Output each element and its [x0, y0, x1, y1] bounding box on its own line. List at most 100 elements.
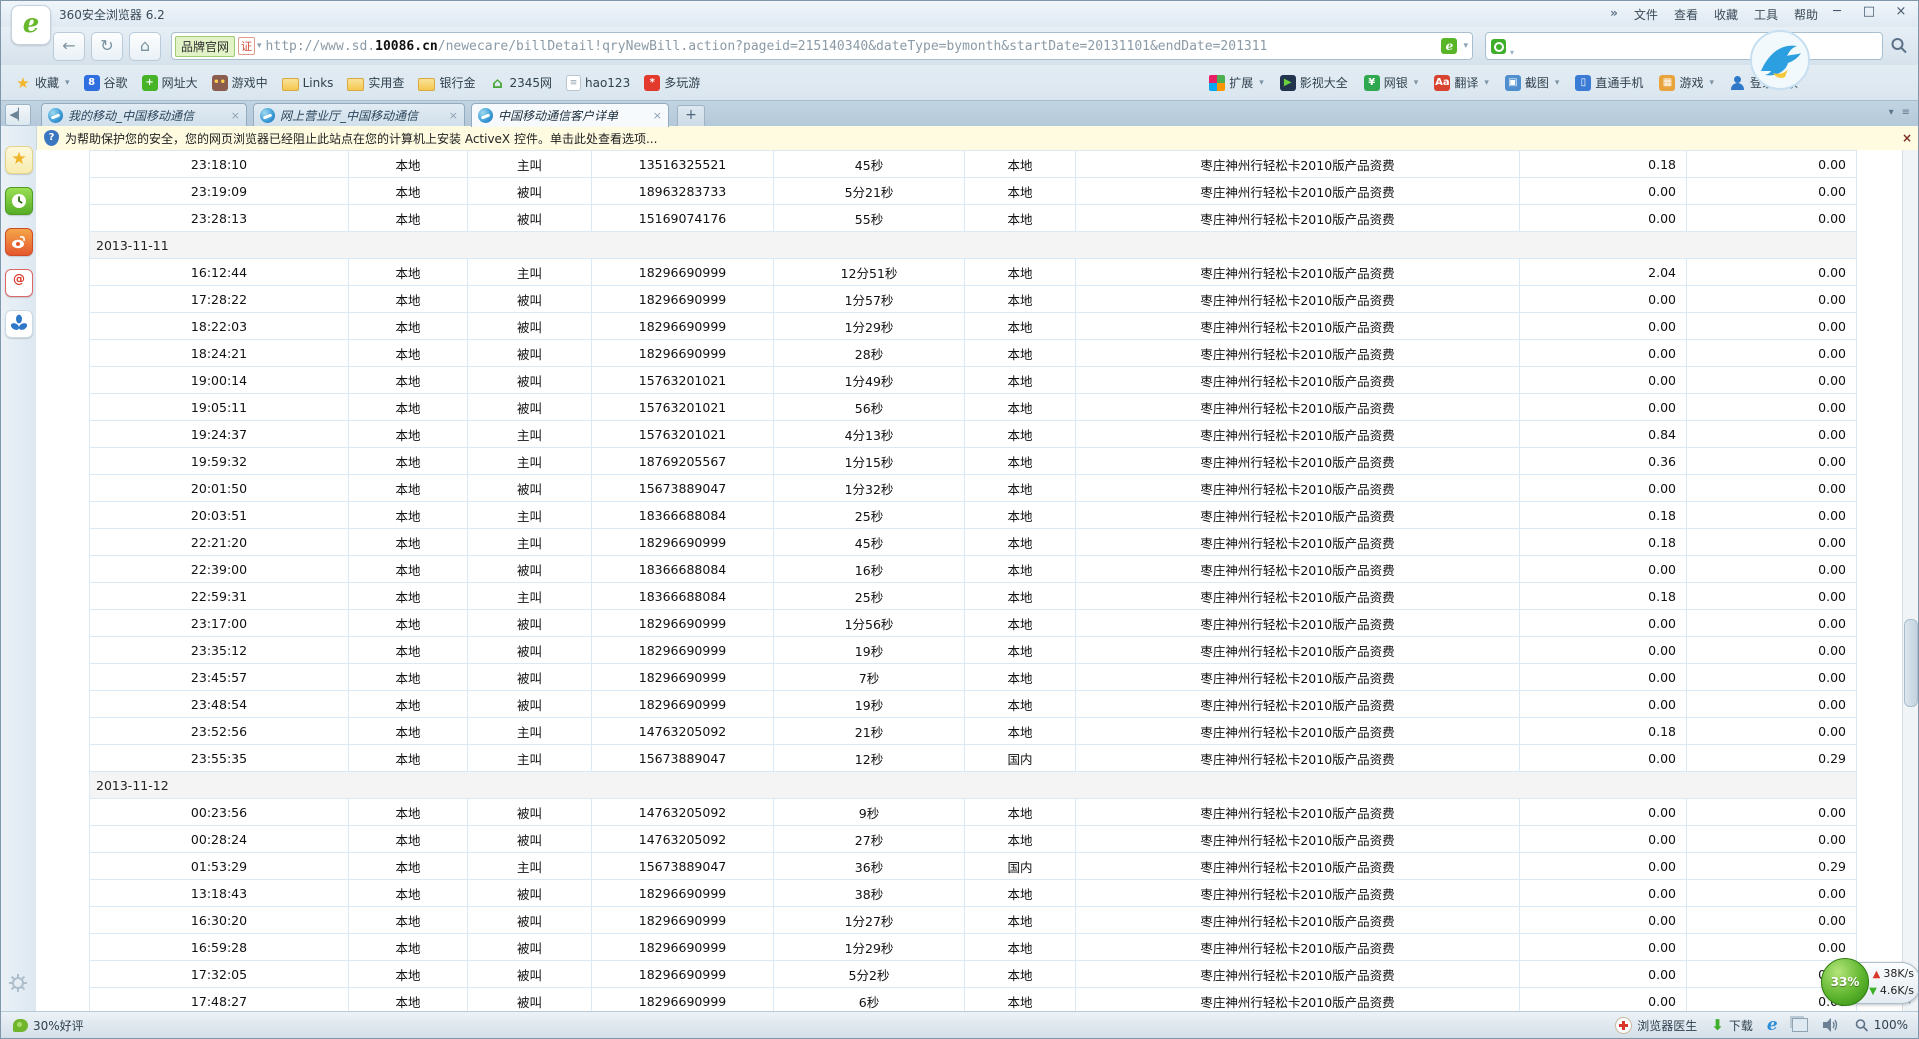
browser-doctor-button[interactable]: 浏览器医生	[1615, 1017, 1697, 1034]
gamepad-favicon: ••	[212, 75, 228, 91]
url-text[interactable]: http://www.sd.10086.cn/newecare/billDeta…	[266, 39, 1438, 54]
call-destination-cell: 国内	[965, 853, 1076, 880]
favorites-star-icon[interactable]: ★	[5, 146, 33, 174]
ie-compat-icon[interactable]: e	[1767, 1017, 1778, 1033]
bookmark-item-2345网[interactable]: ⌂2345网	[489, 74, 552, 91]
menu-工具[interactable]: 工具	[1754, 6, 1778, 23]
sidebar-collapse-button[interactable]: ◀▏	[5, 104, 31, 126]
home-icon[interactable]: ⌂	[129, 32, 161, 61]
scrollbar-thumb[interactable]	[1904, 619, 1918, 707]
call-number-cell: 15763201021	[592, 394, 774, 421]
bookmark-item-多玩游[interactable]: *多玩游	[644, 74, 700, 91]
tab-3[interactable]: 中国移动通信客户详单×	[471, 103, 669, 127]
toolbar-item-直通手机[interactable]: ▯直通手机	[1575, 74, 1643, 91]
search-box[interactable]	[1485, 32, 1883, 60]
other-fee-cell: 0.00	[1687, 340, 1857, 367]
call-area-cell: 本地	[349, 637, 468, 664]
bookmark-item-银行金[interactable]: 银行金	[418, 74, 475, 91]
minimize-button[interactable]: ─	[1826, 4, 1848, 19]
other-fee-cell: 0.00	[1687, 799, 1857, 826]
toolbar-item-网银[interactable]: ¥网银▾	[1364, 74, 1419, 91]
notification-close-icon[interactable]: ×	[1902, 131, 1912, 145]
toolbar-item-翻译[interactable]: Aa翻译▾	[1434, 74, 1489, 91]
search-engine-icon[interactable]	[1491, 39, 1506, 54]
call-duration-cell: 1分56秒	[774, 610, 965, 637]
toolbar-item-扩展[interactable]: 扩展▾	[1209, 74, 1264, 91]
tab-2[interactable]: 网上营业厅_中国移动通信×	[253, 103, 465, 127]
mail-icon[interactable]: @	[5, 269, 33, 297]
toolbar-item-影视大全[interactable]: ▶影视大全	[1280, 74, 1348, 91]
tab-close-icon[interactable]: ×	[449, 109, 458, 122]
badge-caret-icon[interactable]: ▾	[257, 41, 262, 51]
other-fee-cell: 0.00	[1687, 934, 1857, 961]
call-record-row: 20:03:51本地主叫1836668808425秒本地枣庄神州行轻松卡2010…	[90, 502, 1857, 529]
call-fee-cell: 0.00	[1520, 988, 1687, 1013]
optimize-percent-ball[interactable]: 33%	[1821, 958, 1869, 1006]
call-area-cell: 本地	[349, 988, 468, 1013]
page-favicon: ≡	[566, 75, 581, 91]
app-fan-icon[interactable]	[5, 310, 33, 338]
tab-list-icon[interactable]: ▾	[1889, 107, 1894, 118]
call-time-cell: 19:00:14	[90, 367, 349, 394]
search-icon[interactable]	[1889, 36, 1909, 56]
call-area-cell: 本地	[349, 421, 468, 448]
menu-收藏[interactable]: 收藏	[1714, 6, 1738, 23]
close-button[interactable]: ×	[1890, 4, 1912, 19]
window-mode-icon[interactable]	[1792, 1018, 1808, 1032]
call-record-row: 16:12:44本地主叫1829669099912分51秒本地枣庄神州行轻松卡2…	[90, 259, 1857, 286]
bookmark-item-hao123[interactable]: ≡hao123	[566, 75, 630, 91]
plan-name-cell: 枣庄神州行轻松卡2010版产品资费	[1076, 799, 1520, 826]
call-time-cell: 23:48:54	[90, 691, 349, 718]
speaker-icon[interactable]	[1822, 1017, 1840, 1033]
settings-gear-icon[interactable]	[7, 972, 29, 994]
bookmark-item-谷歌[interactable]: 8谷歌	[84, 74, 128, 91]
menu-文件[interactable]: 文件	[1634, 6, 1658, 23]
toolbar-overflow-icon[interactable]: »	[1610, 6, 1618, 23]
address-dropdown-icon[interactable]: ▾	[1463, 41, 1468, 51]
call-number-cell: 18296690999	[592, 286, 774, 313]
bookmark-item-游戏中[interactable]: ••游戏中	[212, 74, 268, 91]
toolbar-item-截图[interactable]: ▣截图▾	[1505, 74, 1560, 91]
address-bar[interactable]: 品牌官网 证 ▾ http://www.sd.10086.cn/newecare…	[171, 32, 1473, 60]
menu-查看[interactable]: 查看	[1674, 6, 1698, 23]
menu-帮助[interactable]: 帮助	[1794, 6, 1818, 23]
weibo-icon[interactable]	[5, 228, 33, 256]
certificate-badge[interactable]: 证	[238, 37, 255, 55]
activex-notification-bar[interactable]: ? 为帮助保护您的安全，您的网页浏览器已经阻止此站点在您的计算机上安装 Acti…	[36, 126, 1918, 151]
call-fee-cell: 0.00	[1520, 745, 1687, 772]
other-fee-cell: 0.00	[1687, 664, 1857, 691]
vertical-scrollbar[interactable]: ▼	[1902, 150, 1918, 1012]
bookmark-item-网址大[interactable]: +网址大	[142, 74, 198, 91]
plan-name-cell: 枣庄神州行轻松卡2010版产品资费	[1076, 448, 1520, 475]
refresh-icon[interactable]: ↻	[91, 32, 123, 61]
call-record-row: 17:48:27本地被叫182966909996秒本地枣庄神州行轻松卡2010版…	[90, 988, 1857, 1013]
call-fee-cell: 0.00	[1520, 367, 1687, 394]
bookmark-item-Links[interactable]: Links	[282, 74, 334, 91]
call-time-cell: 17:48:27	[90, 988, 349, 1013]
call-duration-cell: 1分32秒	[774, 475, 965, 502]
history-clock-icon[interactable]	[5, 187, 33, 215]
call-number-cell: 18366688084	[592, 583, 774, 610]
network-speed-badge[interactable]: ▲38K/s ▼4.6K/s 33%	[1821, 958, 1919, 1006]
favorites-menu[interactable]: ★ 收藏 ▾	[15, 74, 70, 91]
zoom-control[interactable]: 100%	[1854, 1018, 1908, 1033]
call-fee-cell: 0.84	[1520, 421, 1687, 448]
tab-menu-icon[interactable]: ≡	[1902, 107, 1910, 118]
call-record-row: 23:55:35本地主叫1567388904712秒国内枣庄神州行轻松卡2010…	[90, 745, 1857, 772]
site-engine-icon[interactable]: e	[1441, 38, 1457, 54]
bookmark-item-实用查[interactable]: 实用查	[347, 74, 404, 91]
call-record-row: 22:59:31本地主叫1836668808425秒本地枣庄神州行轻松卡2010…	[90, 583, 1857, 610]
maximize-button[interactable]: □	[1858, 4, 1880, 19]
svg-text:@: @	[13, 272, 25, 286]
tab-close-icon[interactable]: ×	[231, 109, 240, 122]
brand-site-badge[interactable]: 品牌官网	[175, 36, 235, 57]
browser-logo-icon[interactable]: e	[11, 5, 51, 45]
browser-rating[interactable]: 30%好评	[13, 1017, 84, 1034]
new-tab-button[interactable]: +	[677, 105, 705, 128]
call-time-cell: 23:45:57	[90, 664, 349, 691]
download-manager-button[interactable]: ⬇ 下载	[1711, 1016, 1753, 1034]
tab-close-icon[interactable]: ×	[653, 109, 662, 122]
tab-1[interactable]: 我的移动_中国移动通信×	[41, 103, 247, 127]
toolbar-item-游戏[interactable]: ▦游戏▾	[1659, 74, 1714, 91]
back-button[interactable]: ←	[53, 32, 85, 61]
